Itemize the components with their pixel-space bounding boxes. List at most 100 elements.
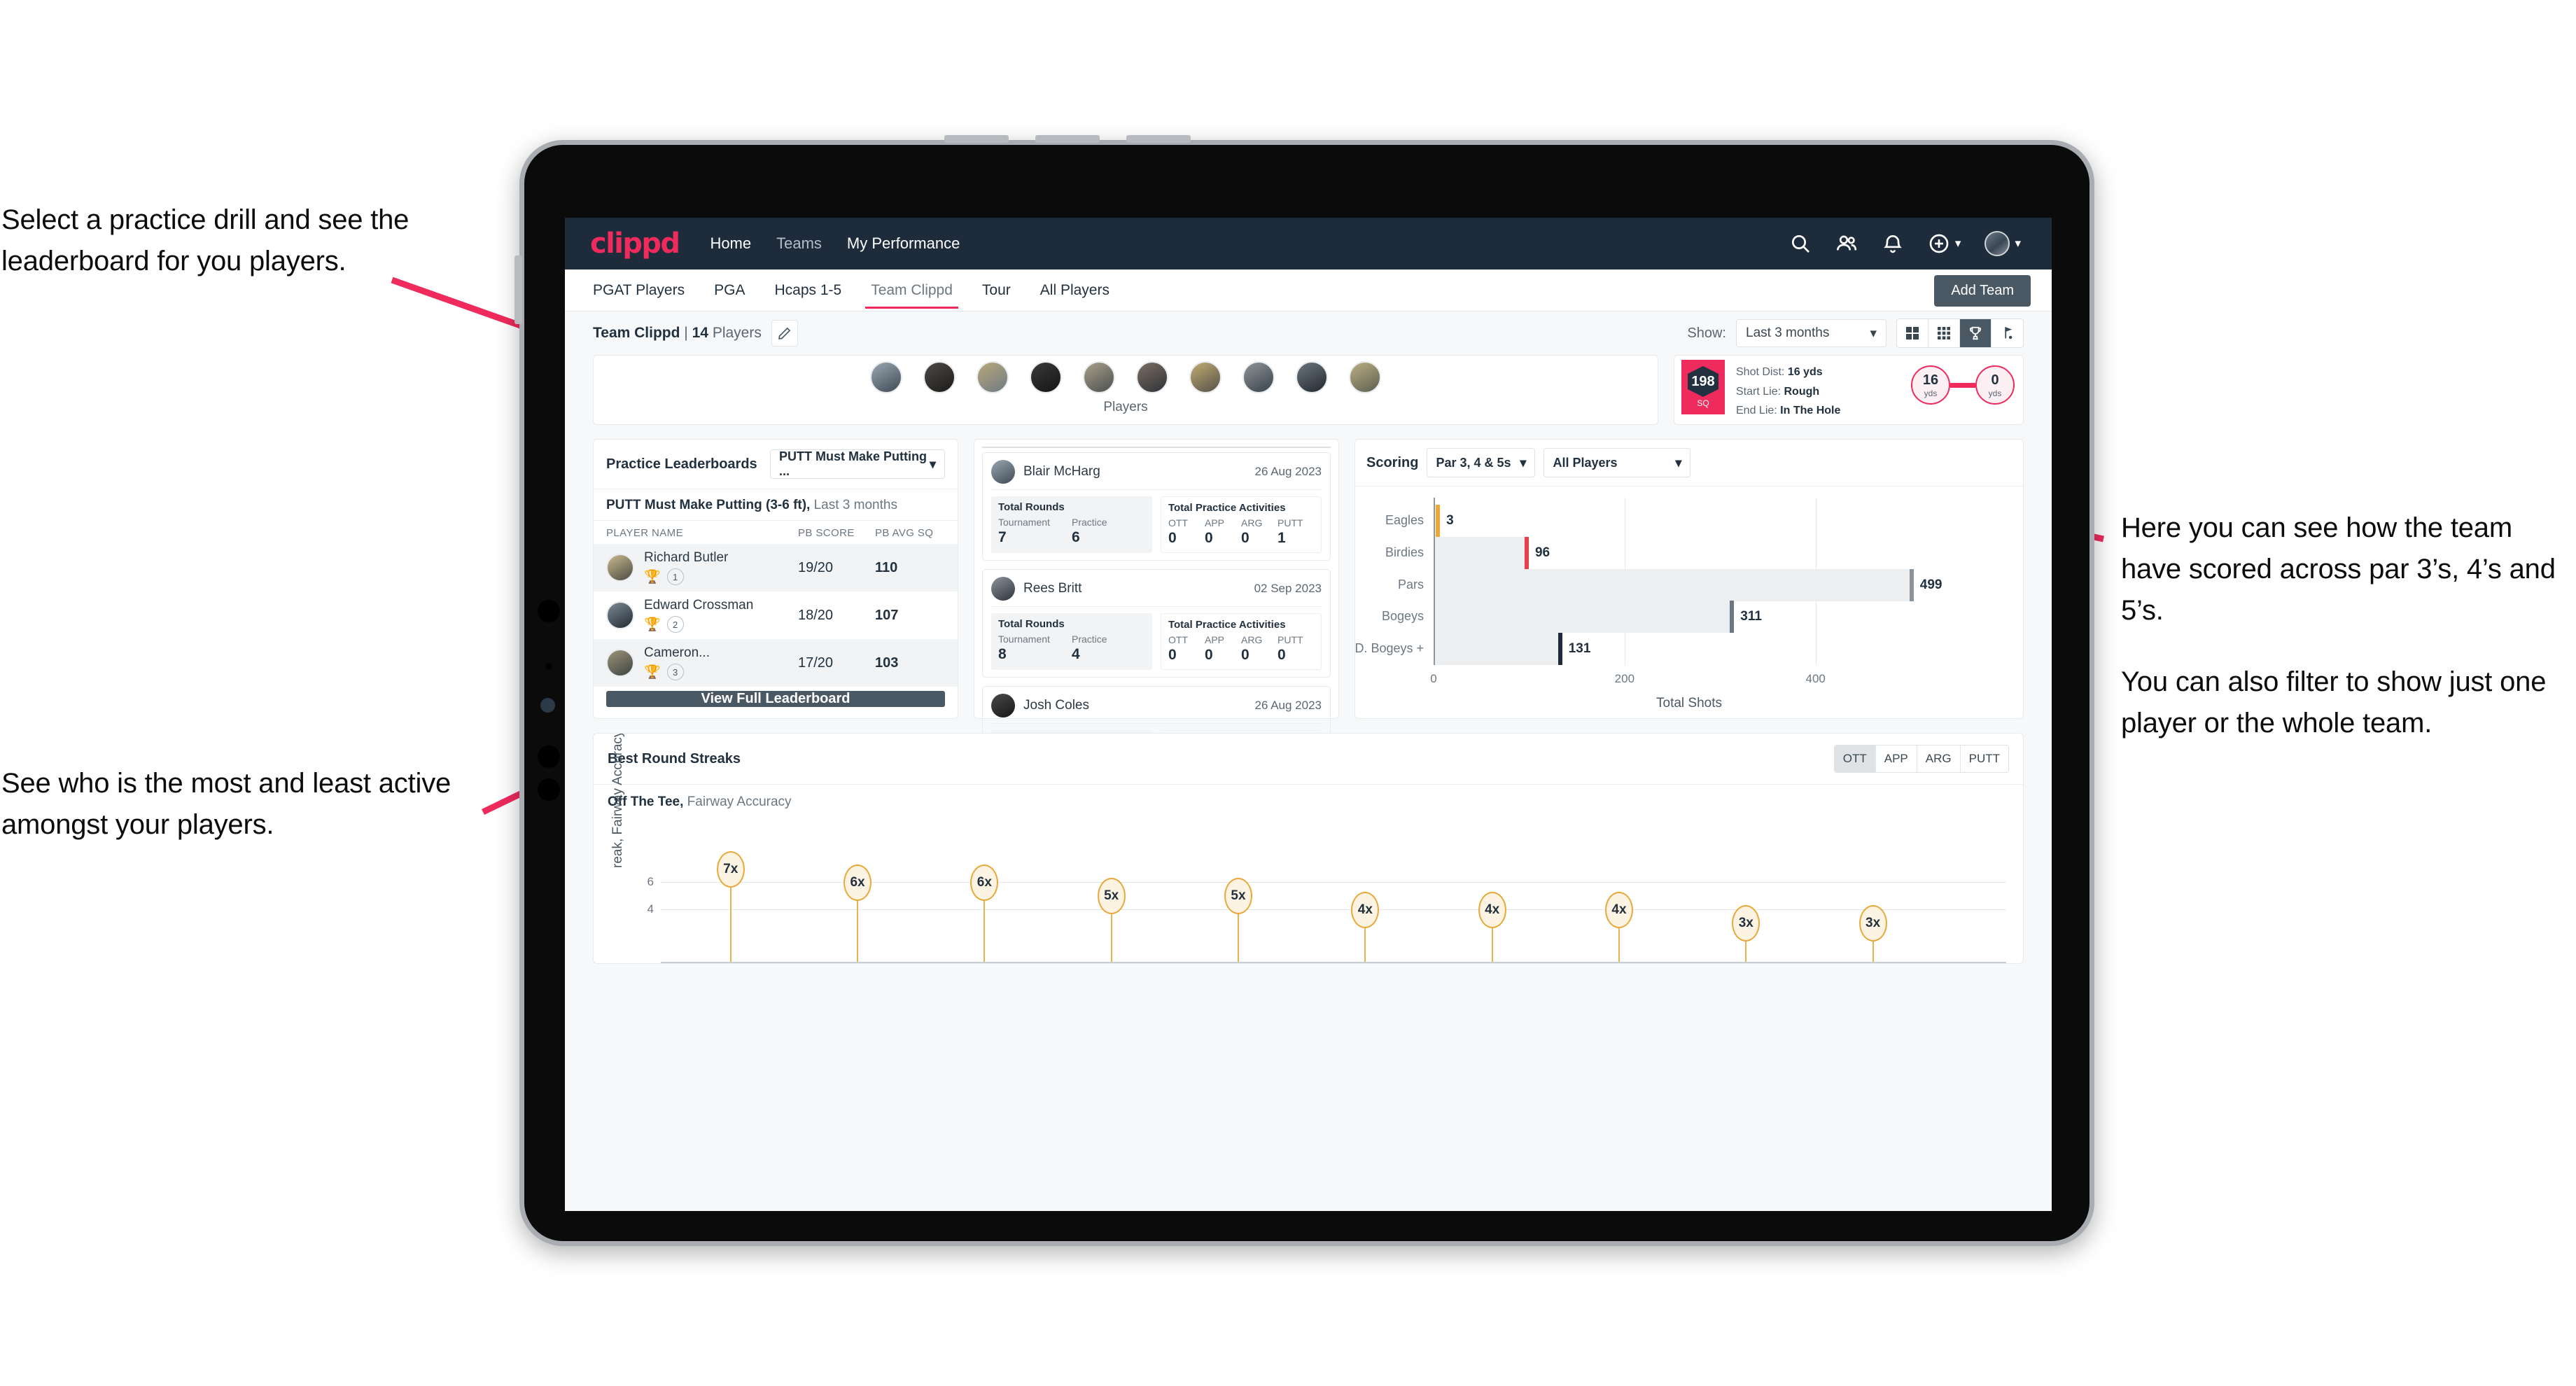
app-screen: clippd Home Teams My Performance ▾ ▾ PGA… xyxy=(565,218,2052,1211)
tab-pga[interactable]: PGA xyxy=(713,272,746,309)
ott-value: 0 xyxy=(1168,530,1177,546)
view-full-leaderboard-button[interactable]: View Full Leaderboard xyxy=(606,691,945,707)
streaks-bubble[interactable]: 4x xyxy=(1478,891,1506,928)
avatar[interactable] xyxy=(1984,231,2010,256)
streaks-bubble[interactable]: 3x xyxy=(1858,904,1887,941)
app-col: APP 0 xyxy=(1205,634,1241,664)
plus-circle-icon[interactable] xyxy=(1928,232,1950,255)
scoring-x-tick: 400 xyxy=(1805,672,1826,685)
bell-icon[interactable] xyxy=(1882,232,1904,255)
volume-button-up[interactable] xyxy=(944,135,1009,143)
drill-select[interactable]: PUTT Must Make Putting ... ▾ xyxy=(770,449,945,479)
tab-pgat-players[interactable]: PGAT Players xyxy=(592,272,686,309)
streaks-bubble[interactable]: 5x xyxy=(1097,878,1126,915)
end-distance-unit: yds xyxy=(1988,388,2002,398)
player-avatar[interactable] xyxy=(976,361,1009,393)
show-range-select[interactable]: Last 3 months ▾ xyxy=(1736,319,1886,347)
streaks-bubble[interactable]: 3x xyxy=(1732,904,1760,941)
total-rounds-box: Total Rounds Tournament 8 Practice 4 xyxy=(991,613,1152,670)
total-rounds-box: Total Rounds Tournament 7 Practice 6 xyxy=(991,496,1152,553)
tournament-value: 7 xyxy=(998,529,1007,545)
view-mode-flag[interactable] xyxy=(1991,319,2023,347)
clippd-logo[interactable]: clippd xyxy=(590,227,680,260)
activity-item[interactable]: Rees Britt 02 Sep 2023 Total Rounds Tour… xyxy=(982,569,1331,678)
streaks-bubble[interactable]: 4x xyxy=(1351,891,1380,928)
streaks-bubble[interactable]: 5x xyxy=(1224,878,1252,915)
rank-badge: 2 xyxy=(666,616,684,633)
shot-quality-value: 198 xyxy=(1688,366,1718,397)
view-mode-trophy[interactable] xyxy=(1960,319,1991,347)
arg-col: ARG 0 xyxy=(1241,634,1278,664)
streaks-bubble[interactable]: 4x xyxy=(1604,891,1633,928)
player-avatar[interactable] xyxy=(1136,361,1168,393)
player-avatar[interactable] xyxy=(1083,361,1115,393)
streaks-bubble[interactable]: 6x xyxy=(844,864,872,902)
total-rounds-grid: Tournament 8 Practice 4 xyxy=(998,634,1145,663)
streaks-tab-putt[interactable]: PUTT xyxy=(1961,746,2008,772)
scoring-bar-value: 3 xyxy=(1446,512,1454,528)
tab-hcaps-1-5[interactable]: Hcaps 1-5 xyxy=(773,272,843,309)
leaderboard-badges: 🏆 3 xyxy=(644,664,798,680)
volume-button-down[interactable] xyxy=(1035,135,1100,143)
tab-team-clippd[interactable]: Team Clippd xyxy=(865,272,958,309)
player-avatar[interactable] xyxy=(870,361,902,393)
team-tab-bar: PGAT Players PGA Hcaps 1-5 Team Clippd T… xyxy=(565,270,2052,312)
add-team-button[interactable]: Add Team xyxy=(1934,275,2031,307)
start-distance-unit: yds xyxy=(1924,388,1938,398)
scoring-category-label: D. Bogeys + xyxy=(1354,641,1424,656)
chevron-down-icon[interactable]: ▾ xyxy=(1955,237,1961,251)
ott-label: OTT xyxy=(1168,517,1188,528)
leaderboard-row[interactable]: Richard Butler 🏆 1 19/20 110 xyxy=(594,544,958,592)
tab-least-active[interactable]: Least Active xyxy=(1156,447,1330,448)
edit-team-button[interactable] xyxy=(771,320,798,346)
camera-lens-icon xyxy=(538,600,560,622)
scoring-bar-group: Bogeys 311 xyxy=(1382,601,1968,634)
scoring-card: Scoring Par 3, 4 & 5s ▾ All Players ▾ 0 … xyxy=(1354,439,2024,719)
player-avatar[interactable] xyxy=(923,361,955,393)
streaks-subtitle: Off The Tee, Fairway Accuracy xyxy=(594,784,2023,810)
streaks-tab-arg[interactable]: ARG xyxy=(1917,746,1961,772)
streaks-bubble[interactable]: 7x xyxy=(716,851,745,888)
shot-quality-label: SQ xyxy=(1697,398,1709,408)
par-filter-select[interactable]: Par 3, 4 & 5s ▾ xyxy=(1427,448,1536,477)
player-avatar[interactable] xyxy=(1296,361,1328,393)
leaderboard-row[interactable]: Cameron... 🏆 3 17/20 103 xyxy=(594,639,958,687)
people-icon[interactable] xyxy=(1835,232,1858,255)
search-icon[interactable] xyxy=(1789,232,1812,255)
tab-tour[interactable]: Tour xyxy=(981,272,1012,309)
power-button[interactable] xyxy=(1126,135,1191,143)
team-separator: | xyxy=(684,325,688,341)
player-avatar[interactable] xyxy=(1189,361,1222,393)
streaks-tab-app[interactable]: APP xyxy=(1876,746,1917,772)
side-button[interactable] xyxy=(514,255,522,324)
player-avatar[interactable] xyxy=(1242,361,1275,393)
rank-badge: 3 xyxy=(666,664,684,680)
leaderboard-badges: 🏆 2 xyxy=(644,616,798,633)
tab-all-players[interactable]: All Players xyxy=(1039,272,1111,309)
nav-link-my-performance[interactable]: My Performance xyxy=(847,234,960,253)
player-avatar[interactable] xyxy=(1030,361,1062,393)
scoring-bar-group: Eagles 3 xyxy=(1385,504,1968,537)
user-menu[interactable]: ▾ xyxy=(1984,231,2021,256)
add-menu[interactable]: ▾ xyxy=(1928,232,1961,255)
avatar xyxy=(991,577,1015,601)
activity-item[interactable]: Blair McHarg 26 Aug 2023 Total Rounds To… xyxy=(982,452,1331,561)
leaderboard-row[interactable]: Edward Crossman 🏆 2 18/20 107 xyxy=(594,592,958,639)
streaks-tab-ott[interactable]: OTT xyxy=(1834,746,1876,772)
streaks-bubble[interactable]: 6x xyxy=(970,864,999,902)
chevron-down-icon-user[interactable]: ▾ xyxy=(2015,237,2021,251)
nav-link-teams[interactable]: Teams xyxy=(776,234,822,253)
activity-card: Most Active Least Active Blair McHarg 26… xyxy=(974,439,1339,794)
player-avatar[interactable] xyxy=(1349,361,1381,393)
nav-link-home[interactable]: Home xyxy=(710,234,751,253)
team-name: Team Clippd xyxy=(593,325,680,341)
tab-most-active[interactable]: Most Active xyxy=(983,447,1156,448)
column-pb-avg-sq: PB AVG SQ xyxy=(875,527,934,539)
players-filter-select[interactable]: All Players ▾ xyxy=(1544,448,1691,477)
practice-activities-title: Total Practice Activities xyxy=(1168,619,1286,631)
shot-dist-label: Shot Dist: xyxy=(1736,366,1785,378)
view-mode-grid-large[interactable] xyxy=(1897,319,1928,347)
scoring-bar-value: 499 xyxy=(1919,577,1942,592)
practice-label: Practice xyxy=(1071,517,1107,528)
view-mode-grid-small[interactable] xyxy=(1928,319,1960,347)
